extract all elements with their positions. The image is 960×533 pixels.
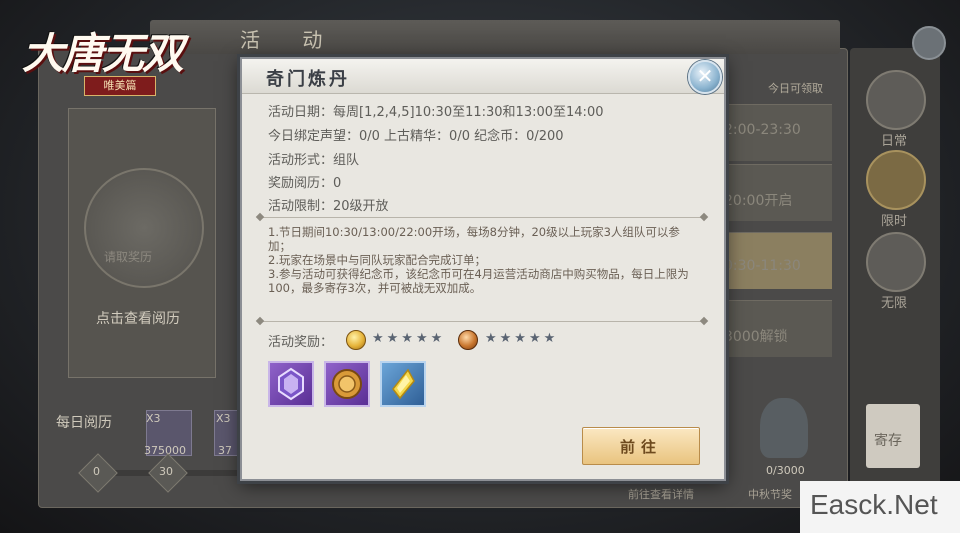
activity-header-title: 活 动	[240, 28, 341, 52]
bottom-event-text: 中秋节奖	[748, 488, 792, 501]
activity-row-time: 0:30-11:30	[724, 258, 801, 274]
storage-label: 寄存	[874, 433, 902, 449]
logo-subtitle: 唯美篇	[84, 76, 156, 96]
seal-emblem-icon	[84, 168, 204, 288]
bronze-coin-icon	[458, 330, 478, 350]
limited-tab-icon	[866, 150, 926, 210]
reward-item-slot[interactable]	[324, 361, 370, 407]
tab-unlimited[interactable]: 无限	[856, 232, 932, 311]
bronze-coin-item-icon	[332, 369, 362, 399]
vase-count: 0/3000	[766, 464, 805, 477]
unlimited-tab-icon	[866, 232, 926, 292]
reward-label: 活动奖励：	[268, 335, 334, 350]
view-exp-text[interactable]: 点击查看阅历	[96, 308, 180, 328]
dialog-title: 奇门炼丹	[266, 69, 350, 90]
activity-form: 活动形式：组队	[268, 153, 360, 168]
close-x-icon: ✕	[696, 64, 714, 88]
game-logo: 大唐无双 唯美篇	[18, 16, 194, 96]
activity-detail-dialog: 奇门炼丹 ✕ 活动日期：每周[1,2,4,5]10:30至11:30和13:00…	[240, 57, 726, 481]
gold-coin-icon	[346, 330, 366, 350]
reward-rating-stars: ★★★★★	[485, 331, 559, 346]
activity-rules: 1.节日期间10:30/13:00/22:00开场，每场8分钟，20级以上玩家3…	[268, 225, 700, 295]
rule-item: 2.玩家在场景中与同队玩家配合完成订单；	[268, 253, 486, 267]
reward-rating-stars: ★★★★★	[372, 331, 446, 346]
activity-date: 活动日期：每周[1,2,4,5]10:30至11:30和13:00至14:00	[268, 105, 604, 120]
seal-text: 请取奖历	[104, 250, 153, 264]
go-button-label: 前往	[619, 438, 662, 456]
daily-exp-label: 每日阅历	[56, 415, 112, 431]
dialog-header: 奇门炼丹 ✕	[242, 59, 724, 94]
vase-icon	[760, 398, 808, 458]
game-scene: 活 动 请取奖历 点击查看阅历 每日阅历 X3 375000 X3 37 0 3…	[0, 0, 960, 533]
reward-exp: 奖励阅历：0	[268, 176, 342, 191]
daily-tab-icon	[866, 70, 926, 130]
divider	[260, 321, 704, 322]
reward-item-slot[interactable]	[380, 361, 426, 407]
tab-label: 无限	[880, 296, 907, 311]
rule-item: 3.参与活动可获得纪念币，该纪念币可在4月运营活动商店中购买物品，每日上限为10…	[268, 267, 689, 295]
activity-row-time: 20:00开启	[724, 193, 793, 209]
tab-label: 日常	[880, 134, 907, 149]
crystal-gem-icon	[278, 367, 304, 401]
main-close-icon[interactable]	[912, 26, 946, 60]
today-progress: 今日绑定声望：0/0 上古精华：0/0 纪念币：0/200	[268, 129, 564, 144]
divider	[260, 217, 704, 218]
tab-daily[interactable]: 日常	[856, 70, 932, 149]
bottom-detail-text: 前往查看详情	[628, 488, 694, 501]
item-count: 37	[218, 444, 232, 457]
activity-row-time: 3000解锁	[724, 329, 788, 345]
progress-node-value: 0	[93, 465, 100, 478]
close-button[interactable]: ✕	[688, 60, 722, 94]
tab-label: 限时	[880, 214, 907, 229]
activity-row-time: 2:00-23:30	[724, 122, 801, 138]
item-multiplier: X3	[216, 412, 231, 425]
item-multiplier: X3	[146, 412, 161, 425]
progress-node-value: 30	[159, 465, 173, 478]
go-button[interactable]: 前往	[582, 427, 700, 465]
gold-crystal-icon	[392, 368, 415, 400]
reward-item-slot[interactable]	[268, 361, 314, 407]
site-watermark: Easck.Net	[800, 481, 960, 533]
logo-text: 大唐无双	[22, 29, 184, 78]
tab-limited[interactable]: 限时	[856, 150, 932, 229]
watermark-text: Easck.Net	[810, 489, 938, 520]
reward-hint-text: 今日可领取	[768, 82, 823, 95]
activity-limit: 活动限制：20级开放	[268, 199, 389, 214]
rule-item: 1.节日期间10:30/13:00/22:00开场，每场8分钟，20级以上玩家3…	[268, 225, 680, 253]
